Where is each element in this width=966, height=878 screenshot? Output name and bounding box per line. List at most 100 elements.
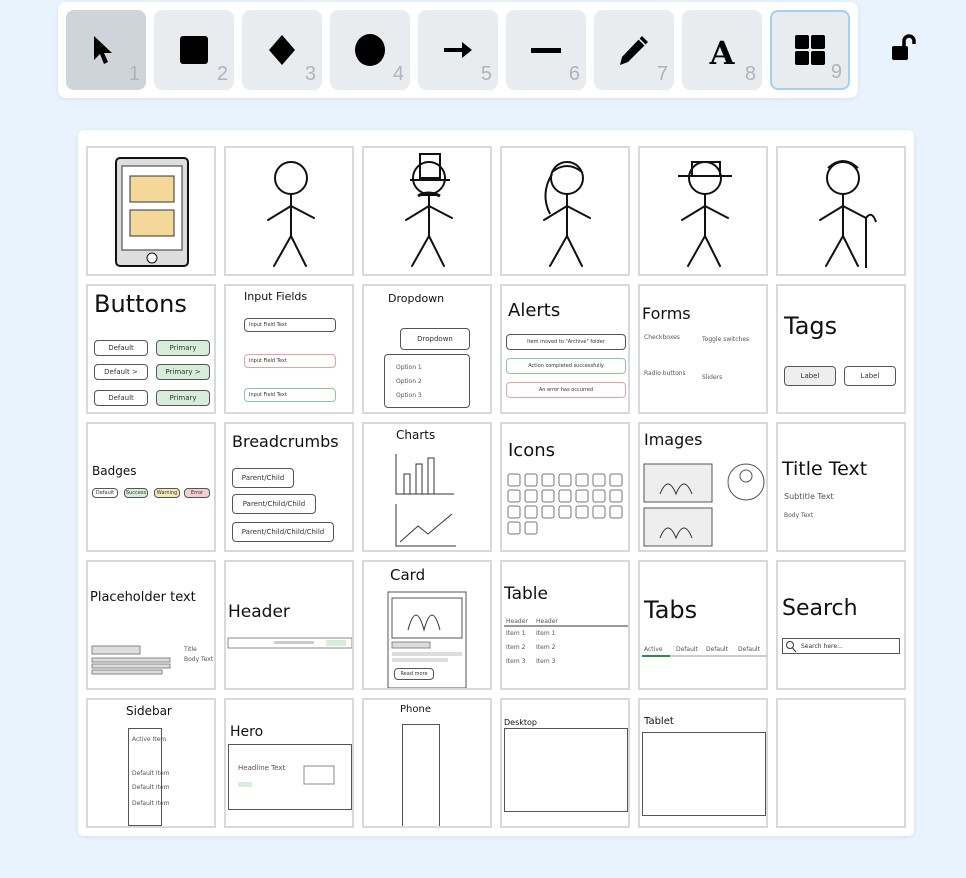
item-label: Sliders [702,374,723,381]
library-item-table[interactable]: Table Header Header Item 1 Item 1 Item 2 Item … [500,560,630,690]
tool-line[interactable]: 6 [506,10,586,90]
library-item-tabletframe[interactable]: Tablet [638,698,768,828]
item-label: Input Field Text [244,354,336,368]
tool-rectangle[interactable]: 2 [154,10,234,90]
item-title: Tags [784,312,838,340]
library-item-inputs[interactable]: Input Fields Input Field Text Input Field … [224,284,354,414]
item-label: Primary > [156,364,210,380]
library-item-tags[interactable]: Tags Label Label [776,284,906,414]
text-a-icon: A [709,34,736,66]
item-label: An error has occurred [506,382,626,398]
library-item-desktop[interactable]: Desktop [500,698,630,828]
item-title: Phone [400,704,431,715]
tool-ellipse[interactable]: 4 [330,10,410,90]
library-item-alerts[interactable]: Alerts Item moved to "Archive" folder Acti… [500,284,630,414]
item-label: Parent/Child/Child/Child [232,522,334,542]
item-title: Desktop [504,718,537,727]
item-label: Default Item [132,800,170,807]
library-item-dropdown[interactable]: Dropdown Dropdown Option 1 Option 2 Option 3 [362,284,492,414]
square-icon [180,36,208,64]
item-label: Default > [94,364,148,380]
tool-diamond[interactable]: 3 [242,10,322,90]
library-item-empty[interactable] [776,698,906,828]
item-label: Default [92,488,118,498]
item-label: Parent/Child/Child [232,494,316,514]
item-label: Item moved to "Archive" folder [506,334,626,350]
item-label: Default Item [132,770,170,777]
item-label: Body Text [784,512,814,519]
diamond-icon [269,35,295,65]
library-item-search[interactable]: Search Search here... [776,560,906,690]
library-item-stick-cane[interactable] [776,146,906,276]
library-item-forms[interactable]: Forms Checkboxes Toggle switches Radio butt… [638,284,768,414]
item-title: Forms [642,304,691,323]
item-label: Option 3 [396,392,422,399]
item-label: Label [844,366,896,386]
svg-text:A: A [709,34,736,66]
lock-button[interactable] [890,34,922,68]
item-label: Option 2 [396,378,422,385]
item-label: Primary [156,340,210,356]
item-label: Subtitle Text [784,492,834,501]
item-label: Input Field Text [244,388,336,402]
library-item-phone[interactable]: Phone [362,698,492,828]
tool-library[interactable]: 9 [770,10,850,90]
library-item-header[interactable]: Header [224,560,354,690]
library-item-stick-hat[interactable] [638,146,768,276]
shortcut-number: 5 [480,63,492,85]
item-label: Dropdown [400,328,470,350]
library-item-placeholder[interactable]: Placeholder text Title Body Text [86,560,216,690]
shortcut-number: 8 [744,63,756,85]
item-label: Default [94,390,148,406]
shortcut-number: 6 [568,63,580,85]
library-item-badges[interactable]: Badges Default Success Warning Error [86,422,216,552]
library-item-titletext[interactable]: Title Text Subtitle Text Body Text [776,422,906,552]
shortcut-number: 7 [656,63,668,85]
item-label: Radio buttons [644,370,686,377]
library-item-stick-tophat[interactable] [362,146,492,276]
shortcut-number: 1 [128,63,140,85]
library-item-card[interactable]: Card Read more [362,560,492,690]
shortcut-number: 2 [216,63,228,85]
phone-frame [402,724,440,826]
library-item-images[interactable]: Images [638,422,768,552]
item-label: Success [124,488,148,498]
shape-toolbar: 1 2 3 4 5 6 7 A8 9 [58,2,858,98]
library-item-hero[interactable]: Hero Headline Text [224,698,354,828]
library-item-buttons[interactable]: Buttons Default Primary Default > Primary > D… [86,284,216,414]
item-label: Checkboxes [644,334,680,341]
item-title: Tablet [644,716,674,727]
library-item-icons[interactable]: Icons [500,422,630,552]
tool-draw[interactable]: 7 [594,10,674,90]
library-item-charts[interactable]: Charts [362,422,492,552]
item-title: Sidebar [126,704,172,718]
library-item-tablet[interactable] [86,146,216,276]
item-title: Badges [92,464,137,478]
item-title: Breadcrumbs [232,432,339,451]
library-item-stick-ponytail[interactable] [500,146,630,276]
library-item-breadcrumbs[interactable]: Breadcrumbs Parent/Child Parent/Child/Chil… [224,422,354,552]
item-label: Error [184,488,210,498]
tool-selection[interactable]: 1 [66,10,146,90]
item-title: Buttons [94,290,187,318]
item-label: Label [784,366,836,386]
item-label: Default [94,340,148,356]
pointer-icon [94,36,112,64]
line-icon [531,48,561,53]
item-label: Warning [154,488,180,498]
item-title: Alerts [508,300,561,321]
item-label: Action completed successfully [506,358,626,374]
library-panel: Buttons Default Primary Default > Primary > D… [78,130,914,836]
tablet-frame [642,732,766,816]
library-item-stick[interactable] [224,146,354,276]
tool-arrow[interactable]: 5 [418,10,498,90]
item-label: Toggle switches [702,336,750,343]
library-item-sidebar[interactable]: Sidebar Active Item Default Item Default It… [86,698,216,828]
grid-icon [795,35,825,65]
item-label: Input Field Text [244,318,336,332]
library-item-tabs[interactable]: Tabs Active Default Default Default [638,560,768,690]
item-title: Title Text [782,458,868,480]
item-label: Primary [156,390,210,406]
item-label: Option 1 [396,364,422,371]
tool-text[interactable]: A8 [682,10,762,90]
